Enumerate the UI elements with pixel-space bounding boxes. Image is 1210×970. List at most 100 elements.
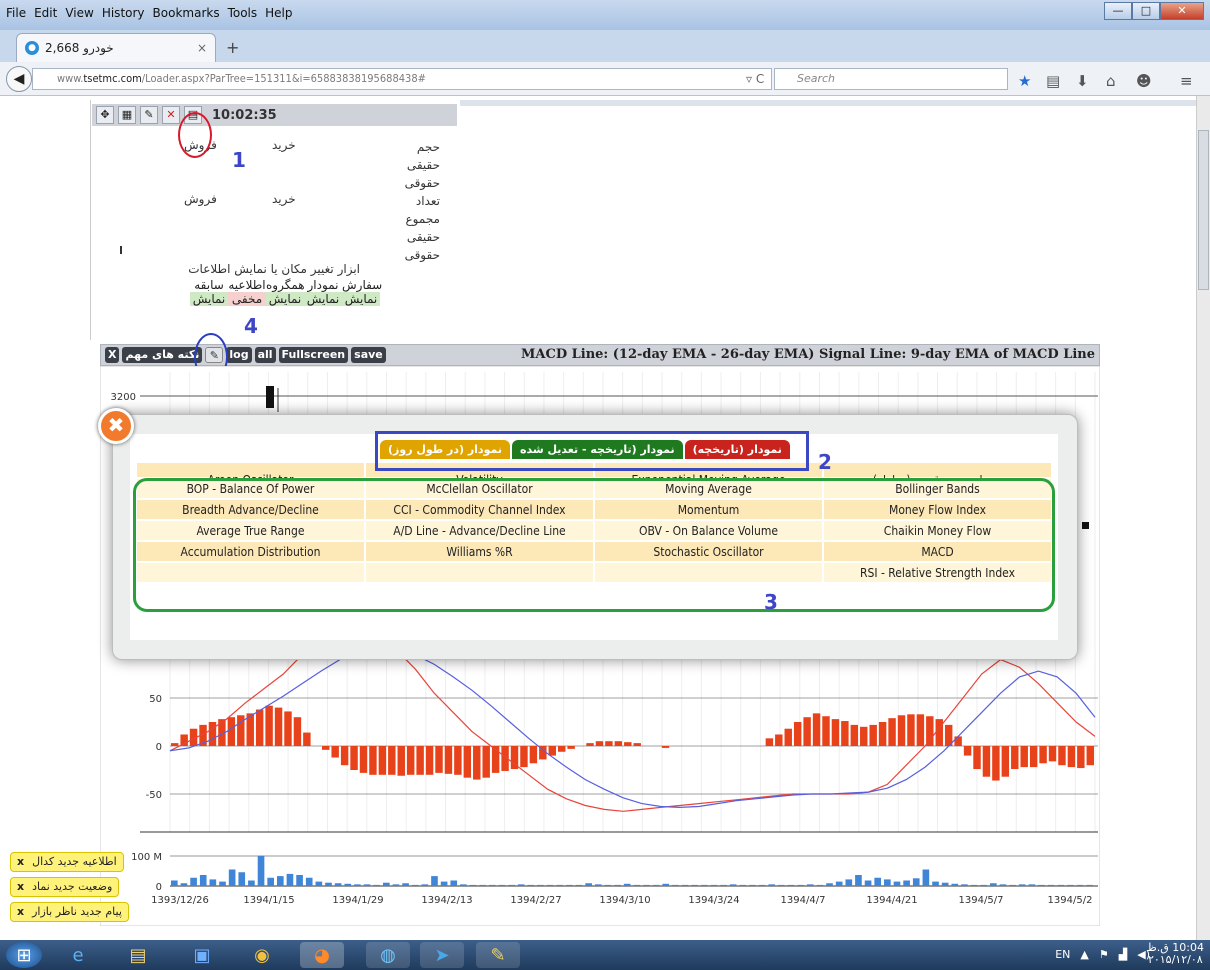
calculator-icon[interactable]: ▦ [118,106,136,124]
notice-close-icon[interactable]: x [17,903,24,921]
histogram-bar [897,715,906,746]
browser-tab[interactable]: ● خودرو 2,668 × [16,33,216,62]
url-path: /Loader.aspx?ParTree=151311&i=6588383819… [141,72,426,85]
histogram-bar [614,741,623,746]
url-bar[interactable]: www.tsetmc.com/Loader.aspx?ParTree=15131… [32,68,772,90]
histogram-bar [586,743,594,746]
flag-icon[interactable]: ⚑ [1099,948,1109,961]
chart-tool-icon[interactable]: ✕ [162,106,180,124]
chrome-icon[interactable]: ◉ [240,942,284,968]
windows-taskbar: ⊞ e ▤ ▣ ◉ ◕ ◍ ➤ ✎ EN ▲ ⚑ ▟ ◀) 10:04 ق.ظ … [0,940,1210,970]
histogram-bar [888,718,896,746]
tray-arrow-icon[interactable]: ▲ [1080,948,1088,961]
language-indicator[interactable]: EN [1055,948,1070,961]
volume-bar [623,883,631,886]
search-input[interactable]: Search [774,68,1008,90]
network-icon[interactable]: ▟ [1119,948,1127,961]
notes-button[interactable]: نکته های مهم [122,347,203,363]
volume-bar [903,880,910,886]
histogram-bar [529,746,538,764]
buy-header-count: خرید [272,192,296,206]
bookmark-star-icon[interactable]: ★ [1018,72,1031,90]
menu-icon[interactable]: ≡ [1180,72,1193,90]
start-button[interactable]: ⊞ [6,942,42,968]
tool-group[interactable]: همگروه نمایش [266,278,305,306]
ie-icon[interactable]: e [56,942,100,968]
explorer-icon[interactable]: ▤ [116,942,160,968]
close-window-button[interactable]: ✕ [1160,2,1204,20]
fullscreen-button[interactable]: Fullscreen [278,347,349,363]
volume-bar [527,884,535,886]
new-tab-icon[interactable]: + [226,38,239,57]
notice-close-icon[interactable]: x [17,853,24,871]
tool-notice[interactable]: اطلاعیه مخفی [228,278,266,306]
scrollbar-thumb[interactable] [1198,130,1209,290]
menu-file[interactable]: File [6,6,26,22]
firefox-icon[interactable]: ◕ [300,942,344,968]
price-tick: 3200 [111,392,136,403]
menu-edit[interactable]: Edit [34,6,57,22]
histogram-bar [350,746,358,770]
system-tray: EN ▲ ⚑ ▟ ◀) [1055,948,1150,961]
edit-icon[interactable]: ✎ [140,106,158,124]
menu-tools[interactable]: Tools [228,6,258,22]
volume-bar [199,875,207,886]
volume-bar [411,884,419,886]
notice-close-icon[interactable]: x [17,878,24,896]
menu-view[interactable]: View [65,6,93,22]
menu-bookmarks[interactable]: Bookmarks [153,6,220,22]
reload-icon[interactable]: ▿ C [746,72,764,86]
histogram-bar [435,746,443,773]
indicator-cell[interactable]: نمودار حجم - قیمت (معامله) [823,462,1052,478]
menu-help[interactable]: Help [265,6,292,22]
x-tick-label: 1393/12/26 [151,895,209,906]
save-button[interactable]: save [351,347,386,363]
panel-toolbar: ✥ ▦ ✎ ✕ ▤ 10:02:35 [92,104,457,126]
tab-strip: ● خودرو 2,668 × + [0,30,1210,62]
volume-bar [344,883,352,886]
notice-supervisor[interactable]: پیام جدید ناظر بازار x [10,902,129,922]
price-candle [266,386,274,408]
histogram-bar [1067,746,1076,768]
reading-list-icon[interactable]: ▤ [1046,72,1060,90]
clock-date: ۲۰۱۵/۱۲/۰۸ [1147,953,1203,966]
move-icon[interactable]: ✥ [96,106,114,124]
home-icon[interactable]: ⌂ [1106,72,1116,90]
tool-order[interactable]: سفارش نمایش [342,278,382,306]
all-button[interactable]: all [254,347,276,363]
minimize-button[interactable]: — [1104,2,1132,20]
tool-chart[interactable]: نمودار نمایش [304,278,342,306]
volume-bar [768,884,776,886]
tool-history[interactable]: سابقه نمایش [190,278,228,306]
modal-close-button[interactable]: ✖ [98,408,134,444]
tab-close-icon[interactable]: × [197,41,207,55]
volume-bar [498,884,506,886]
volume-bar [643,884,650,886]
chart-close-button[interactable]: X [105,347,120,363]
chat-icon[interactable]: ☻ [1136,72,1152,90]
volume-bar [893,881,901,886]
volume-bar [460,884,467,886]
paint-icon[interactable]: ✎ [476,942,520,968]
volume-bar [1086,884,1093,886]
indicator-cell[interactable]: Aroon Oscillator [136,462,365,478]
histogram-bar [926,716,934,746]
volume-bar [219,881,226,886]
url-host: tsetmc.com [83,72,142,85]
chart-toolbar: X نکته های مهم ✎ log all Fullscreen save… [100,344,1100,366]
histogram-bar [1001,746,1010,777]
notice-symbol-status[interactable]: وضعیت جدید نماد x [10,877,120,897]
download-icon[interactable]: ⬇ [1076,72,1089,90]
maximize-button[interactable]: □ [1132,2,1160,20]
back-button[interactable]: ◀ [6,66,32,92]
x-tick-label: 1394/2/27 [510,895,561,906]
clock[interactable]: 10:04 ق.ظ ۲۰۱۵/۱۲/۰۸ [1147,942,1204,966]
media-icon[interactable]: ▣ [180,942,224,968]
menu-history[interactable]: History [102,6,145,22]
telegram-icon[interactable]: ➤ [420,942,464,968]
notice-codal[interactable]: اطلاعیه جدید کدال x [10,852,124,872]
log-button[interactable]: log [226,347,252,363]
volume-bar [440,881,448,886]
app-icon[interactable]: ◍ [366,942,410,968]
row-label: حقوقی [404,248,440,262]
